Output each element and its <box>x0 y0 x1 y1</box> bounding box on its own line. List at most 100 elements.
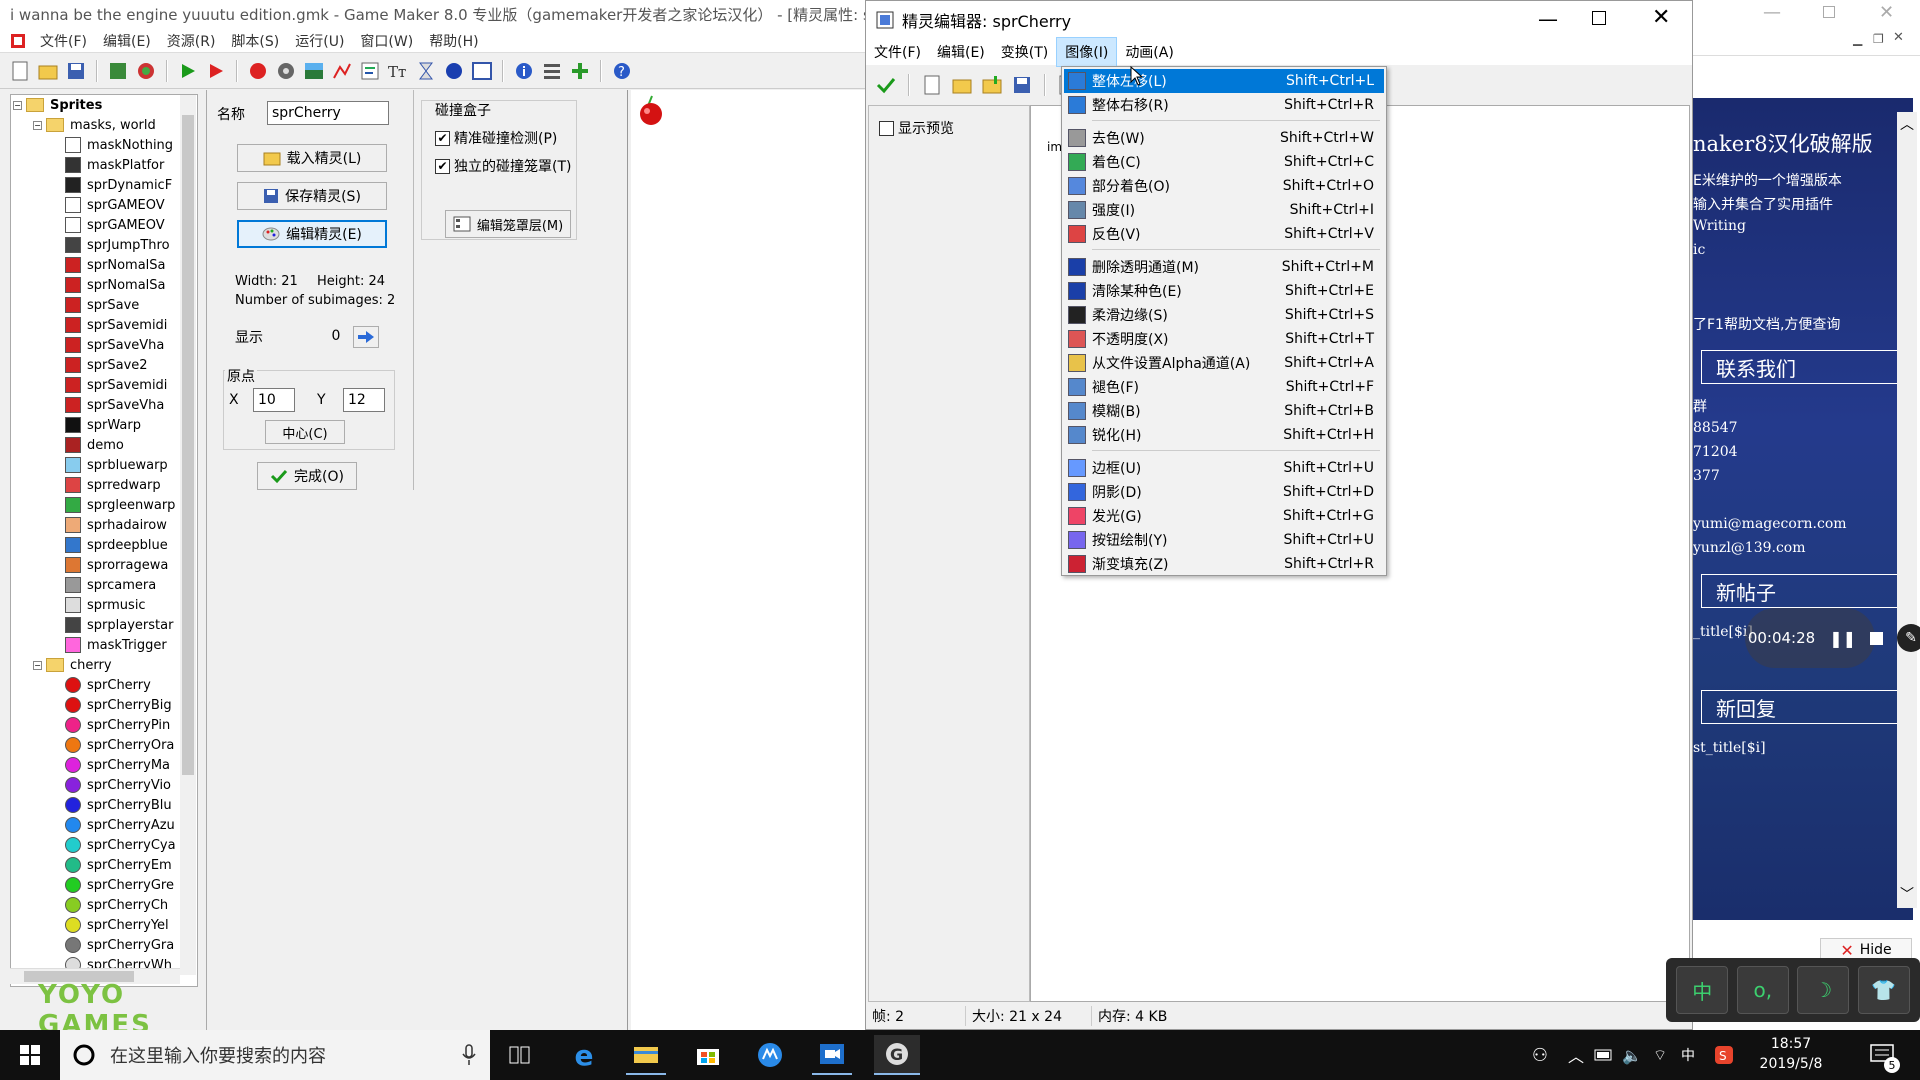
game-info-icon[interactable] <box>512 59 536 83</box>
checkbox-checked-icon[interactable]: ✔ <box>435 158 450 174</box>
menu-item[interactable]: 部分着色(O) Shift+Ctrl+O <box>1064 174 1384 198</box>
gamemaker-taskbar-icon[interactable]: G <box>874 1035 920 1075</box>
gm-menu-resources[interactable]: 资源(R) <box>159 31 224 51</box>
gm-menu-scripts[interactable]: 脚本(S) <box>223 31 287 51</box>
pause-icon[interactable]: ❚❚ <box>1829 629 1856 648</box>
tree-item[interactable]: sprcamera <box>11 575 197 595</box>
tree-item[interactable]: sprredwarp <box>11 475 197 495</box>
menu-item[interactable]: 从文件设置Alpha通道(A) Shift+Ctrl+A <box>1064 351 1384 375</box>
tree-item[interactable]: sprDynamicF <box>11 175 197 195</box>
new-file-icon[interactable] <box>8 59 32 83</box>
tree-item[interactable]: sprplayerstar <box>11 615 197 635</box>
new-posts-link[interactable]: 新帖子 <box>1701 574 1901 608</box>
publish-icon[interactable] <box>134 59 158 83</box>
edit-sprite-button[interactable]: 编辑精灵(E) <box>237 220 387 248</box>
tree-item[interactable]: sprWarp <box>11 415 197 435</box>
menu-item[interactable]: 按钮绘制(Y) Shift+Ctrl+U <box>1064 528 1384 552</box>
volume-icon[interactable]: 🔈 <box>1620 1035 1644 1075</box>
tree-item[interactable]: maskTrigger <box>11 635 197 655</box>
tree-item[interactable]: sprhadairow <box>11 515 197 535</box>
tree-folder-cherry[interactable]: − cherry <box>11 655 197 675</box>
add-object-icon[interactable] <box>442 59 466 83</box>
save-icon[interactable] <box>64 59 88 83</box>
menu-item[interactable]: 边框(U) Shift+Ctrl+U <box>1064 456 1384 480</box>
tree-scrollbar[interactable] <box>180 95 196 975</box>
collapse-icon[interactable]: − <box>13 100 22 110</box>
collapse-icon[interactable]: − <box>33 660 42 670</box>
tree-item[interactable]: sprJumpThro <box>11 235 197 255</box>
scroll-down-icon[interactable]: ﹀ <box>1900 884 1914 904</box>
close-icon[interactable]: ✕ <box>1652 5 1670 30</box>
taskbar-search-box[interactable]: 在这里输入你要搜索的内容 <box>60 1030 490 1080</box>
menu-item[interactable]: 渐变填充(Z) Shift+Ctrl+R <box>1064 552 1384 576</box>
tree-item[interactable]: sprCherryBig <box>11 695 197 715</box>
menu-item[interactable]: 着色(C) Shift+Ctrl+C <box>1064 150 1384 174</box>
global-settings-icon[interactable] <box>540 59 564 83</box>
resource-tree[interactable]: − Sprites − masks, world maskNothing mask… <box>10 94 198 987</box>
tree-item[interactable]: demo <box>11 435 197 455</box>
tree-item[interactable]: sprCherryAzu <box>11 815 197 835</box>
next-subimage-button[interactable] <box>353 326 379 348</box>
edit-mask-button[interactable]: 编辑笼罩层(M) <box>445 210 571 238</box>
store-icon[interactable] <box>688 1035 728 1075</box>
show-index-field[interactable]: 0 <box>323 324 349 348</box>
ime-punctuation[interactable]: o, <box>1736 966 1789 1014</box>
save-sprite-button[interactable]: 保存精灵(S) <box>237 182 387 210</box>
help-icon[interactable]: ? <box>610 59 634 83</box>
new-sprite-icon[interactable] <box>920 73 944 97</box>
menu-item[interactable]: 锐化(H) Shift+Ctrl+H <box>1064 423 1384 447</box>
microphone-icon[interactable] <box>462 1044 476 1066</box>
open-folder-icon[interactable] <box>950 73 974 97</box>
tree-item[interactable]: sprSaveVha <box>11 335 197 355</box>
tree-item[interactable]: sprCherryEm <box>11 855 197 875</box>
tree-item[interactable]: sprSavemidi <box>11 315 197 335</box>
tree-item[interactable]: sprorragewa <box>11 555 197 575</box>
gm-menu-window[interactable]: 窗口(W) <box>352 31 421 51</box>
menu-item[interactable]: 褪色(F) Shift+Ctrl+F <box>1064 375 1384 399</box>
tree-item[interactable]: sprSavemidi <box>11 375 197 395</box>
add-timeline-icon[interactable] <box>414 59 438 83</box>
contact-us-link[interactable]: 联系我们 <box>1701 350 1901 384</box>
battery-icon[interactable] <box>1592 1035 1616 1075</box>
add-from-file-icon[interactable] <box>980 73 1004 97</box>
gm-menu-file[interactable]: 文件(F) <box>32 31 95 51</box>
sprite-name-field[interactable]: sprCherry <box>267 101 389 125</box>
show-preview-checkbox[interactable]: 显示预览 <box>879 118 954 138</box>
add-path-icon[interactable] <box>330 59 354 83</box>
tray-expand-icon[interactable]: ︿ <box>1564 1035 1588 1075</box>
tree-item[interactable]: sprCherryCya <box>11 835 197 855</box>
confirm-icon[interactable] <box>874 73 898 97</box>
checkbox-unchecked-icon[interactable] <box>879 120 894 136</box>
bg-close-icon[interactable]: ✕ <box>1879 2 1894 23</box>
editor-menu-image[interactable]: 图像(I) <box>1056 37 1118 67</box>
menu-item[interactable]: 阴影(D) Shift+Ctrl+D <box>1064 480 1384 504</box>
menu-item[interactable]: 去色(W) Shift+Ctrl+W <box>1064 126 1384 150</box>
checkbox-checked-icon[interactable]: ✔ <box>435 130 450 146</box>
action-center-icon[interactable]: 5 <box>1862 1035 1902 1075</box>
editor-menu-file[interactable]: 文件(F) <box>866 38 929 66</box>
tree-item[interactable]: sprNomalSa <box>11 255 197 275</box>
mdi-close-icon[interactable]: ✕ <box>1893 30 1904 45</box>
menu-item[interactable]: 发光(G) Shift+Ctrl+G <box>1064 504 1384 528</box>
scroll-up-icon[interactable]: ︿ <box>1900 114 1914 134</box>
maximize-icon[interactable] <box>1592 11 1606 25</box>
windows-start-icon[interactable] <box>10 1035 50 1075</box>
tree-item[interactable]: sprmusic <box>11 595 197 615</box>
extension-packages-icon[interactable] <box>568 59 592 83</box>
tree-item[interactable]: sprCherryGra <box>11 935 197 955</box>
add-sprite-icon[interactable] <box>246 59 270 83</box>
mdi-restore-icon[interactable]: ❐ <box>1873 32 1884 46</box>
tree-item[interactable]: sprGAMEOV <box>11 195 197 215</box>
open-folder-icon[interactable] <box>36 59 60 83</box>
tree-item[interactable]: sprSaveVha <box>11 395 197 415</box>
gm-menu-run[interactable]: 运行(U) <box>287 31 352 51</box>
new-replies-link[interactable]: 新回复 <box>1701 690 1901 724</box>
tree-item[interactable]: sprCherryYel <box>11 915 197 935</box>
ok-button[interactable]: 完成(O) <box>257 462 357 490</box>
ime-skin-icon[interactable]: 👕 <box>1857 966 1910 1014</box>
tree-item[interactable]: sprCherryOra <box>11 735 197 755</box>
ime-half-width-icon[interactable]: ☽ <box>1797 966 1850 1014</box>
bg-restore-icon[interactable] <box>1823 6 1835 18</box>
tree-item[interactable]: sprCherryVio <box>11 775 197 795</box>
tree-item[interactable]: sprgleenwarp <box>11 495 197 515</box>
